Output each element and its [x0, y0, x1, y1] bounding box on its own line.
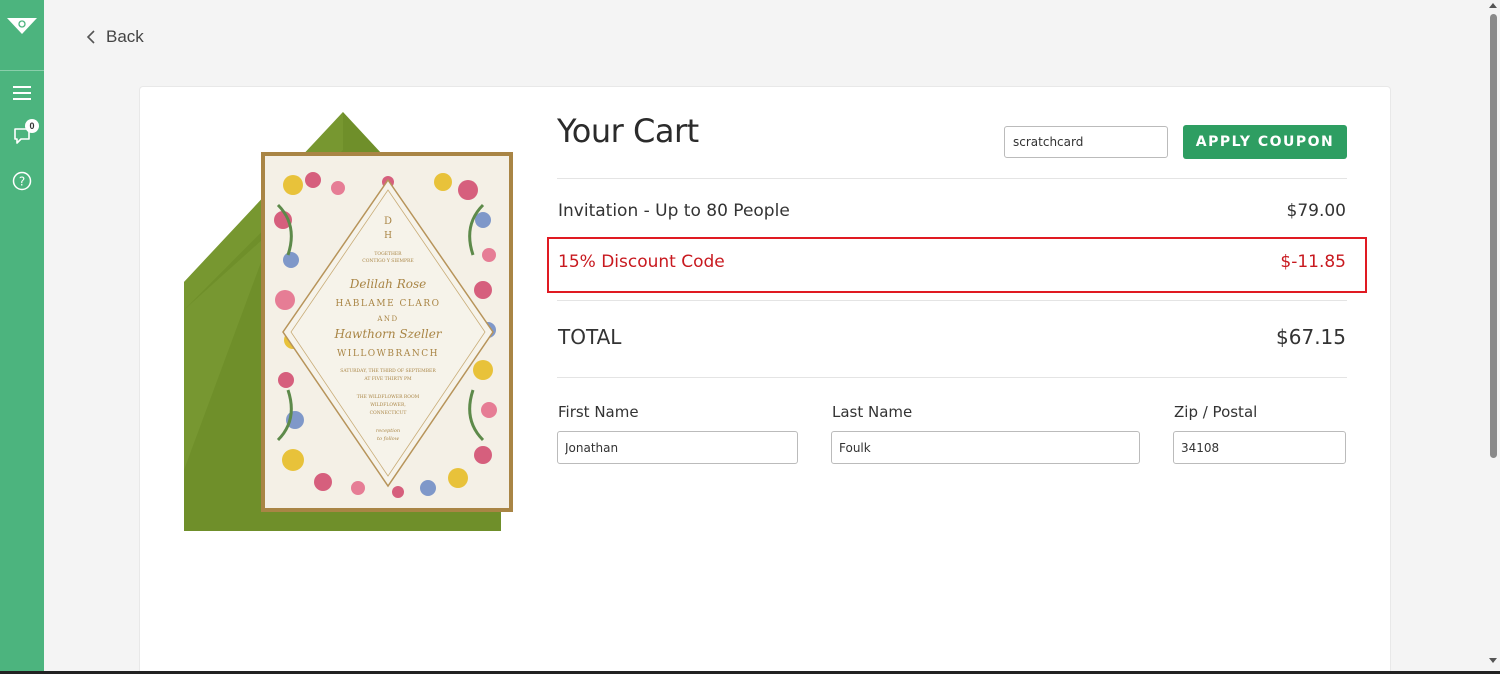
card-venue-line3: CONNECTICUT: [370, 410, 407, 416]
apply-coupon-button[interactable]: APPLY COUPON: [1183, 125, 1347, 159]
total-line: TOTAL $67.15: [558, 325, 1346, 349]
divider: [557, 178, 1347, 179]
first-name-field[interactable]: [557, 431, 798, 464]
total-price: $67.15: [1276, 325, 1346, 349]
evite-logo-icon[interactable]: [7, 14, 37, 38]
card-monogram-bottom: H: [384, 231, 392, 241]
card-monogram-top: D: [384, 216, 392, 227]
cart-title: Your Cart: [557, 112, 699, 150]
card-line1: TOGETHER: [374, 251, 402, 257]
invitation-product-image: D H TOGETHER CONTIGO Y SIEMPRE Delilah R…: [184, 112, 513, 531]
sidebar-divider: [0, 70, 44, 71]
scroll-up-arrow-icon[interactable]: [1489, 3, 1497, 8]
card-conjunction: AND: [376, 315, 398, 323]
card-name2: Hawthorn Szeller: [333, 327, 442, 341]
card-date-line1: SATURDAY, THE THIRD OF SEPTEMBER: [340, 368, 436, 374]
card-date-line2: AT FIVE THIRTY PM: [363, 376, 412, 382]
discount-line: 15% Discount Code $-11.85: [558, 252, 1346, 272]
scrollbar[interactable]: [1486, 0, 1500, 674]
card-reception-line1: reception: [376, 428, 400, 434]
line-item: Invitation - Up to 80 People $79.00: [558, 201, 1346, 221]
sidebar: 0 ?: [0, 0, 44, 674]
card-name2-surname: WILLOWBRANCH: [337, 349, 439, 359]
card-name1-surname: HABLAME CLARO: [335, 299, 440, 309]
back-label: Back: [106, 27, 144, 46]
zip-field[interactable]: [1173, 431, 1346, 464]
card-venue-line2: WILDFLOWER,: [370, 402, 406, 408]
card-reception-line2: to follow: [377, 436, 400, 442]
svg-text:?: ?: [19, 175, 25, 189]
card-line2: CONTIGO Y SIEMPRE: [362, 258, 413, 264]
line-item-price: $79.00: [1286, 201, 1346, 221]
hamburger-menu-icon[interactable]: [11, 82, 33, 104]
divider: [557, 300, 1347, 301]
last-name-label: Last Name: [832, 403, 913, 421]
card-venue-line1: THE WILDFLOWER ROOM: [357, 394, 420, 400]
chevron-left-icon: [86, 30, 95, 44]
first-name-label: First Name: [558, 403, 639, 421]
line-item-label: Invitation - Up to 80 People: [558, 201, 790, 221]
card-name1: Delilah Rose: [349, 277, 426, 291]
last-name-field[interactable]: [831, 431, 1140, 464]
zip-label: Zip / Postal: [1174, 403, 1258, 421]
notification-badge: 0: [25, 119, 39, 133]
back-link[interactable]: Back: [86, 26, 144, 48]
total-label: TOTAL: [558, 325, 622, 349]
scroll-thumb[interactable]: [1490, 14, 1497, 458]
coupon-input[interactable]: [1004, 126, 1168, 158]
divider: [557, 377, 1347, 378]
scroll-down-arrow-icon[interactable]: [1489, 658, 1497, 663]
discount-price: $-11.85: [1280, 252, 1346, 272]
discount-label: 15% Discount Code: [558, 252, 725, 272]
help-circle-icon[interactable]: ?: [11, 170, 33, 192]
